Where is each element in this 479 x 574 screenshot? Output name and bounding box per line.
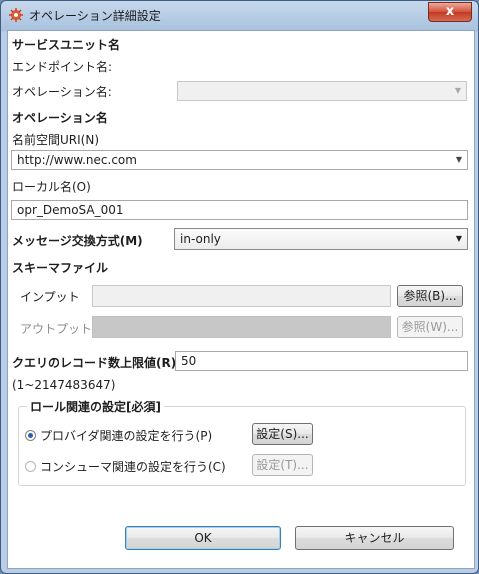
- output-browse-button: 参照(W)...: [397, 316, 463, 338]
- input-file-field: [92, 285, 391, 307]
- input-browse-button[interactable]: 参照(B)...: [397, 285, 463, 307]
- chevron-down-icon[interactable]: ▼: [451, 151, 467, 169]
- chevron-down-icon[interactable]: ▼: [451, 230, 467, 248]
- mep-select[interactable]: in-only ▼: [174, 228, 468, 250]
- namespace-label: 名前空間URI(N): [12, 133, 100, 147]
- local-name-value: opr_DemoSA_001: [17, 203, 124, 217]
- local-name-label: ローカル名(O): [12, 180, 91, 194]
- role-settings-heading: ロール関連の設定[必須]: [27, 398, 164, 415]
- operation-heading: オペレーション名: [12, 111, 108, 125]
- dialog-content: サービスユニット名 エンドポイント名: オペレーション名: ▼ オペレーション名…: [7, 30, 475, 569]
- query-limit-input[interactable]: 50: [175, 351, 468, 371]
- consumer-radio[interactable]: [25, 461, 36, 472]
- mep-label: メッセージ交換方式(M): [12, 234, 143, 248]
- app-icon: [9, 8, 23, 22]
- input-label: インプット: [20, 290, 80, 304]
- output-label: アウトプット: [20, 322, 93, 336]
- consumer-radio-label[interactable]: コンシューマ関連の設定を行う(C): [40, 458, 226, 475]
- output-file-field: [92, 316, 391, 338]
- endpoint-label: エンドポイント名:: [12, 60, 113, 74]
- operation-name-combo: ▼: [177, 81, 467, 101]
- provider-radio[interactable]: [25, 430, 36, 441]
- cancel-button[interactable]: キャンセル: [295, 526, 454, 550]
- role-settings-group: ロール関連の設定[必須] プロバイダ関連の設定を行う(P) 設定(S)... コ…: [18, 398, 466, 486]
- window-title: オペレーション詳細設定: [29, 9, 161, 23]
- dialog-window: オペレーション詳細設定 x サービスユニット名 エンドポイント名: オペレーショ…: [0, 0, 479, 574]
- consumer-settings-button: 設定(T)...: [252, 454, 313, 476]
- title-bar[interactable]: オペレーション詳細設定 x: [1, 1, 478, 29]
- namespace-combo[interactable]: http://www.nec.com ▼: [11, 150, 468, 170]
- namespace-value: http://www.nec.com: [17, 153, 137, 167]
- schema-heading: スキーマファイル: [12, 261, 109, 275]
- operation-name-label: オペレーション名:: [12, 85, 112, 99]
- ok-button[interactable]: OK: [125, 526, 281, 550]
- mep-value: in-only: [180, 232, 221, 246]
- provider-radio-label[interactable]: プロバイダ関連の設定を行う(P): [40, 427, 212, 444]
- service-unit-heading: サービスユニット名: [12, 38, 121, 52]
- query-limit-range: (1~2147483647): [12, 378, 116, 392]
- provider-settings-button[interactable]: 設定(S)...: [252, 423, 313, 445]
- close-button[interactable]: x: [428, 2, 472, 22]
- chevron-down-icon: ▼: [454, 86, 462, 95]
- query-limit-value: 50: [181, 354, 197, 368]
- query-limit-label: クエリのレコード数上限値(R): [12, 356, 177, 370]
- local-name-input[interactable]: opr_DemoSA_001: [11, 200, 468, 220]
